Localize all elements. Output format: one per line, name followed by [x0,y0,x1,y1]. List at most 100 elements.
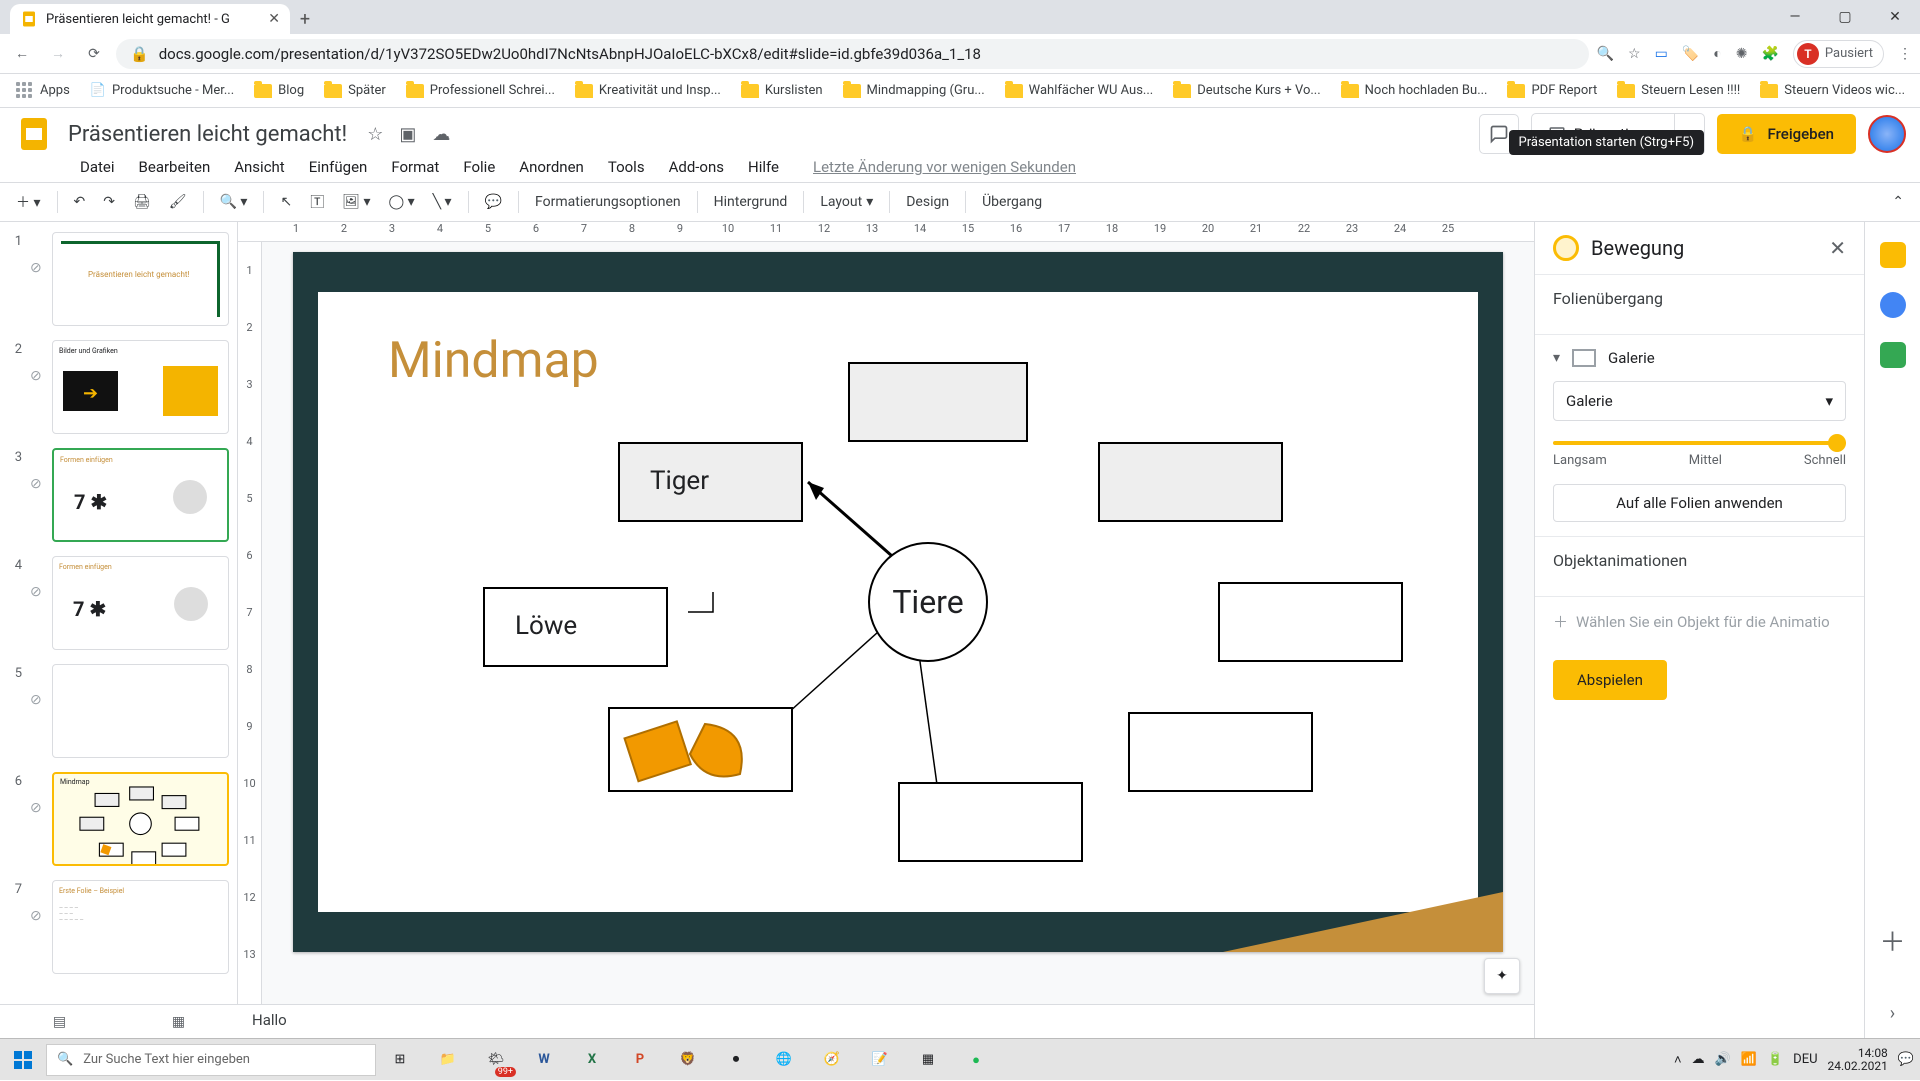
sidebar-expand-icon[interactable]: › [1890,1003,1895,1024]
account-avatar[interactable] [1868,115,1906,153]
bookmark-item[interactable]: Noch hochladen Bu... [1333,79,1496,102]
taskbar-clock[interactable]: 14:08 24.02.2021 [1828,1047,1888,1073]
menu-item[interactable]: Bearbeiten [139,158,211,176]
chrome-menu-icon[interactable]: ⋮ [1898,46,1912,62]
transition-item[interactable]: ▾ Galerie [1553,349,1846,367]
brave-icon[interactable]: 🦁 [664,1039,712,1081]
transition-speed-slider[interactable] [1553,441,1846,445]
menu-item[interactable]: Datei [80,158,115,176]
bookmark-item[interactable]: 📄Produktsuche - Mer... [82,79,242,102]
bookmark-item[interactable]: Mindmapping (Gru... [835,79,993,102]
image-tool[interactable]: 🖼 ▾ [336,190,376,214]
edge-icon[interactable]: 🧭 [808,1039,856,1081]
transition-type-select[interactable]: Galerie ▾ [1553,381,1846,421]
bookmark-item[interactable]: Deutsche Kurs + Vo... [1165,79,1328,102]
mindmap-box-loewe[interactable]: Löwe [483,587,668,667]
taskview-icon[interactable]: ⊞ [376,1039,424,1081]
readmode-icon[interactable]: ▭ [1655,46,1668,62]
zoom-icon[interactable]: 🔍 [1597,46,1614,62]
transition-button[interactable]: Übergang [976,190,1048,214]
browser-tab[interactable]: Präsentieren leicht gemacht! - G ✕ [10,4,290,34]
last-change-text[interactable]: Letzte Änderung vor wenigen Sekunden [813,158,1076,176]
mindmap-box[interactable] [1128,712,1313,792]
ext-circle-icon[interactable]: ◐ [1713,45,1721,62]
thumbnail-slide-1[interactable]: Präsentieren leicht gemacht! [52,232,229,326]
bookmark-item[interactable]: Kurslisten [733,79,831,102]
windows-start-button[interactable] [0,1039,46,1081]
slides-logo-icon[interactable] [14,114,54,154]
format-options-button[interactable]: Formatierungsoptionen [529,190,687,214]
textbox-tool[interactable]: 🅃 [304,188,330,216]
notifications-icon[interactable]: 💬 [1898,1052,1914,1067]
notepad-icon[interactable]: 📝 [856,1039,904,1081]
tray-chevron-icon[interactable]: ˄ [1674,1052,1682,1068]
menu-item[interactable]: Add-ons [669,158,724,176]
explorer-icon[interactable]: 📁 [424,1039,472,1081]
bookmark-item[interactable]: Wahlfächer WU Aus... [997,79,1162,102]
undo-button[interactable]: ↶ [68,190,92,214]
new-slide-button[interactable]: ＋ ▾ [10,188,47,216]
ext-shopping-icon[interactable]: 🏷️ [1682,46,1699,62]
speaker-notes[interactable]: Hallo [238,1004,1534,1038]
tasks-icon[interactable] [1880,292,1906,318]
mindmap-box[interactable] [848,362,1028,442]
spotify-icon[interactable]: ● [952,1039,1000,1081]
app-icon[interactable]: ▦ [904,1039,952,1081]
menu-item[interactable]: Hilfe [748,158,779,176]
bookmark-item[interactable]: Blog [246,79,312,102]
slide-canvas[interactable]: Mindmap Tiger [293,252,1503,952]
thumbnail-slide-3[interactable]: Formen einfügen 7 ✱ [52,448,229,542]
thumbnail-slide-4[interactable]: Formen einfügen 7 ✱ [52,556,229,650]
apply-all-button[interactable]: Auf alle Folien anwenden [1553,484,1846,522]
tray-battery-icon[interactable]: 🔋 [1767,1052,1783,1067]
mindmap-center-circle[interactable]: Tiere [868,542,988,662]
extensions-icon[interactable]: 🧩 [1761,46,1778,62]
tray-wifi-icon[interactable]: 📶 [1741,1052,1757,1067]
layout-button[interactable]: Layout ▾ [814,190,879,214]
bookmark-item[interactable]: PDF Report [1499,79,1605,102]
nav-back-icon[interactable]: ← [8,40,36,68]
menu-item[interactable]: Format [391,158,439,176]
paint-format-button[interactable]: 🖌 [163,190,193,214]
tray-volume-icon[interactable]: 🔊 [1715,1052,1731,1067]
bookmark-item[interactable]: Kreativität und Insp... [567,79,729,102]
shape-tool[interactable]: ◯ ▾ [382,190,420,214]
zoom-tool[interactable]: 🔍 ▾ [214,190,254,214]
menu-item[interactable]: Ansicht [234,158,284,176]
menu-item[interactable]: Tools [608,158,645,176]
background-button[interactable]: Hintergrund [708,190,794,214]
url-input[interactable]: 🔒 docs.google.com/presentation/d/1yV372S… [116,39,1589,69]
mindmap-box-shapes[interactable] [608,707,793,792]
obs-icon[interactable]: ⏺ [712,1039,760,1081]
window-maximize-icon[interactable]: ▢ [1820,0,1870,34]
keep-icon[interactable] [1880,242,1906,268]
explore-button[interactable]: ✦ [1484,958,1520,994]
tray-cloud-icon[interactable]: ☁ [1692,1052,1705,1067]
star-icon[interactable]: ☆ [1628,46,1641,62]
tray-lang[interactable]: DEU [1793,1052,1817,1067]
weather-icon[interactable]: 🌤99+ [472,1039,520,1081]
collapse-toolbar-icon[interactable]: ⌃ [1886,190,1910,214]
mindmap-box[interactable] [898,782,1083,862]
menu-item[interactable]: Einfügen [309,158,368,176]
bookmark-apps[interactable]: Apps [8,78,78,104]
taskbar-search-input[interactable]: 🔍 Zur Suche Text hier eingeben [46,1044,376,1076]
filmstrip-view-icon[interactable]: ▤ [53,1014,66,1030]
mindmap-box[interactable] [1218,582,1403,662]
redo-button[interactable]: ↷ [97,190,121,214]
nav-reload-icon[interactable]: ⟳ [80,40,108,68]
bookmark-item[interactable]: Später [316,79,394,102]
thumbnail-slide-6[interactable]: Mindmap [52,772,229,866]
add-sidebar-button[interactable]: ＋ [1879,922,1905,959]
excel-icon[interactable]: X [568,1039,616,1081]
powerpoint-icon[interactable]: P [616,1039,664,1081]
star-doc-icon[interactable]: ☆ [367,124,383,145]
thumbnail-slide-2[interactable]: Bilder und Grafiken ➔ [52,340,229,434]
mindmap-box[interactable] [1098,442,1283,522]
window-close-icon[interactable]: ✕ [1870,0,1920,34]
panel-close-button[interactable]: ✕ [1829,236,1846,260]
window-minimize-icon[interactable]: — [1770,0,1820,34]
thumbnail-slide-7[interactable]: Erste Folie – Beispiel ― ― ― ―― ― ―― ― ―… [52,880,229,974]
doc-title-input[interactable]: Präsentieren leicht gemacht! [68,122,347,147]
ext-spiral-icon[interactable]: ✺ [1736,46,1748,62]
